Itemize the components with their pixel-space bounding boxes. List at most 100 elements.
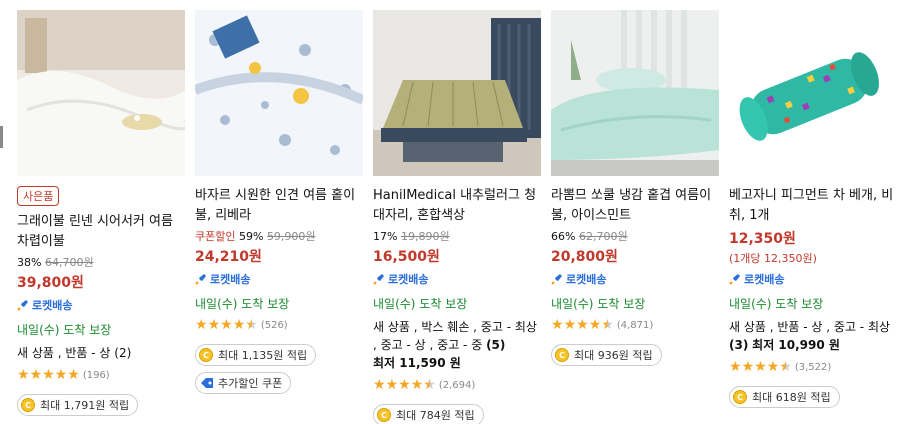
star-icon: ★: [29, 367, 43, 383]
discount-rate: 17%: [373, 230, 398, 243]
product-grid: 사은품 그래이불 린넨 시어서커 여름 차렵이불 38% 64,700원 39,…: [17, 10, 906, 424]
rocket-icon: [195, 274, 206, 285]
product-image[interactable]: [195, 10, 363, 176]
condition-min-price: 최저 11,590 원: [373, 356, 461, 370]
original-price: 59,900원: [266, 230, 316, 243]
star-icon: ★: [563, 317, 577, 333]
review-count: (4,871): [616, 319, 654, 331]
star-icon: ★: [741, 359, 755, 375]
review-count: (3,522): [794, 361, 832, 373]
delivery-info: 내일(수) 도착 보장: [373, 297, 468, 311]
condition-text: 새 상품 , 반품 - 상 , 중고 - 최상: [729, 320, 891, 334]
rocket-delivery-badge: 로켓배송: [195, 271, 363, 287]
review-count: (196): [82, 369, 110, 381]
star-icon: ★: [220, 317, 233, 333]
coin-icon: C: [21, 398, 35, 412]
rocket-label: 로켓배송: [744, 273, 785, 286]
coin-icon: C: [555, 348, 569, 362]
product-title[interactable]: 그래이불 린넨 시어서커 여름 차렵이불: [17, 212, 185, 252]
rocket-icon: [373, 274, 384, 285]
reward-text: 최대 784원 적립: [396, 409, 475, 422]
product-title[interactable]: 라뽐므 쏘쿨 냉감 홑겹 여름이불, 아이스민트: [551, 186, 719, 226]
original-price: 19,890원: [400, 230, 450, 243]
star-half-icon: ★: [423, 377, 436, 393]
star-icon: ★: [54, 367, 68, 383]
coin-icon: C: [377, 408, 391, 422]
rocket-label: 로켓배송: [32, 299, 73, 312]
product-title[interactable]: HanilMedical 내추럴러그 청대자리, 혼합색상: [373, 186, 541, 226]
delivery-info: 내일(수) 도착 보장: [551, 297, 646, 311]
reward-pill: C 최대 784원 적립: [373, 404, 484, 424]
star-half-icon: ★: [601, 317, 614, 333]
product-image[interactable]: [373, 10, 541, 176]
rocket-icon: [17, 300, 28, 311]
star-icon: ★: [232, 317, 246, 333]
star-icon: ★: [17, 367, 30, 383]
star-icon: ★: [410, 377, 424, 393]
star-half-icon: ★: [779, 359, 792, 375]
discount-rate: 59%: [238, 230, 264, 243]
condition-text: 새 상품 , 박스 훼손 , 중고 - 최상 , 중고 - 상 , 중고 - 중: [373, 320, 537, 352]
price-discount-line: 38% 64,700원: [17, 254, 185, 270]
discount-rate: 66%: [551, 230, 576, 243]
delivery-info: 내일(수) 도착 보장: [729, 297, 824, 311]
rocket-icon: [729, 274, 740, 285]
rocket-label: 로켓배송: [210, 273, 251, 286]
product-image[interactable]: [729, 10, 897, 176]
discount-rate: 38%: [17, 256, 42, 269]
product-title[interactable]: 바자르 시원한 인견 여름 홑이불, 리베라: [195, 186, 363, 226]
star-icon: ★: [42, 367, 55, 383]
star-icon: ★: [766, 359, 780, 375]
sale-price: 12,350원: [729, 231, 796, 247]
rating: ★ ★ ★ ★ ★ (3,522): [729, 360, 897, 374]
product-image[interactable]: [17, 10, 185, 176]
rocket-delivery-badge: 로켓배송: [17, 297, 185, 313]
rocket-delivery-badge: 로켓배송: [729, 271, 897, 287]
gift-badge: 사은품: [17, 186, 60, 206]
sale-price: 24,210원: [195, 249, 262, 265]
reward-pill: C 최대 936원 적립: [551, 344, 662, 366]
coin-icon: C: [733, 390, 747, 404]
condition-count: (3): [729, 338, 749, 352]
extra-coupon-pill[interactable]: 추가할인 쿠폰: [195, 372, 292, 394]
star-icon: ★: [398, 377, 411, 393]
reward-text: 최대 618원 적립: [752, 391, 831, 404]
unit-price: (1개당 12,350원): [729, 252, 817, 265]
star-icon: ★: [754, 359, 767, 375]
coupon-discount-label: 쿠폰할인: [195, 230, 236, 243]
other-sellers-info[interactable]: 새 상품 , 반품 - 상 , 중고 - 최상 (3) 최저 10,990 원: [729, 318, 897, 354]
product-card[interactable]: 라뽐므 쏘쿨 냉감 홑겹 여름이불, 아이스민트 66% 62,700원 20,…: [551, 10, 719, 424]
price-discount-line: 17% 19,890원: [373, 228, 541, 244]
product-image[interactable]: [551, 10, 719, 176]
product-card[interactable]: 사은품 그래이불 린넨 시어서커 여름 차렵이불 38% 64,700원 39,…: [17, 10, 185, 424]
star-icon: ★: [207, 317, 221, 333]
other-sellers-info[interactable]: 새 상품 , 반품 - 상 (2): [17, 344, 185, 362]
product-card[interactable]: 베고자니 피그먼트 차 베개, 비취, 1개 12,350원 (1개당 12,3…: [729, 10, 897, 424]
star-icon: ★: [385, 377, 399, 393]
reward-text: 최대 1,135원 적립: [218, 349, 308, 362]
sale-price: 39,800원: [17, 275, 84, 291]
star-icon: ★: [373, 377, 386, 393]
star-icon: ★: [551, 317, 564, 333]
reward-text: 최대 1,791원 적립: [40, 399, 130, 412]
product-title[interactable]: 베고자니 피그먼트 차 베개, 비취, 1개: [729, 186, 897, 226]
star-icon: ★: [67, 367, 80, 383]
rocket-delivery-badge: 로켓배송: [373, 271, 541, 287]
star-icon: ★: [588, 317, 602, 333]
reward-text: 최대 936원 적립: [574, 349, 653, 362]
reward-pill: C 최대 1,791원 적립: [17, 394, 139, 416]
star-icon: ★: [195, 317, 208, 333]
delivery-info: 내일(수) 도착 보장: [17, 323, 112, 337]
sale-price: 20,800원: [551, 249, 618, 265]
review-count: (526): [260, 319, 288, 331]
price-discount-line: 66% 62,700원: [551, 228, 719, 244]
original-price: 62,700원: [578, 230, 628, 243]
star-icon: ★: [729, 359, 742, 375]
other-sellers-info[interactable]: 새 상품 , 박스 훼손 , 중고 - 최상 , 중고 - 상 , 중고 - 중…: [373, 318, 541, 372]
extra-coupon-text: 추가할인 쿠폰: [218, 377, 283, 390]
carousel-prev-indicator[interactable]: [0, 126, 3, 148]
rating: ★ ★ ★ ★ ★ (2,694): [373, 378, 541, 392]
rocket-label: 로켓배송: [388, 273, 429, 286]
product-card[interactable]: HanilMedical 내추럴러그 청대자리, 혼합색상 17% 19,890…: [373, 10, 541, 424]
product-card[interactable]: 바자르 시원한 인견 여름 홑이불, 리베라 쿠폰할인 59% 59,900원 …: [195, 10, 363, 424]
